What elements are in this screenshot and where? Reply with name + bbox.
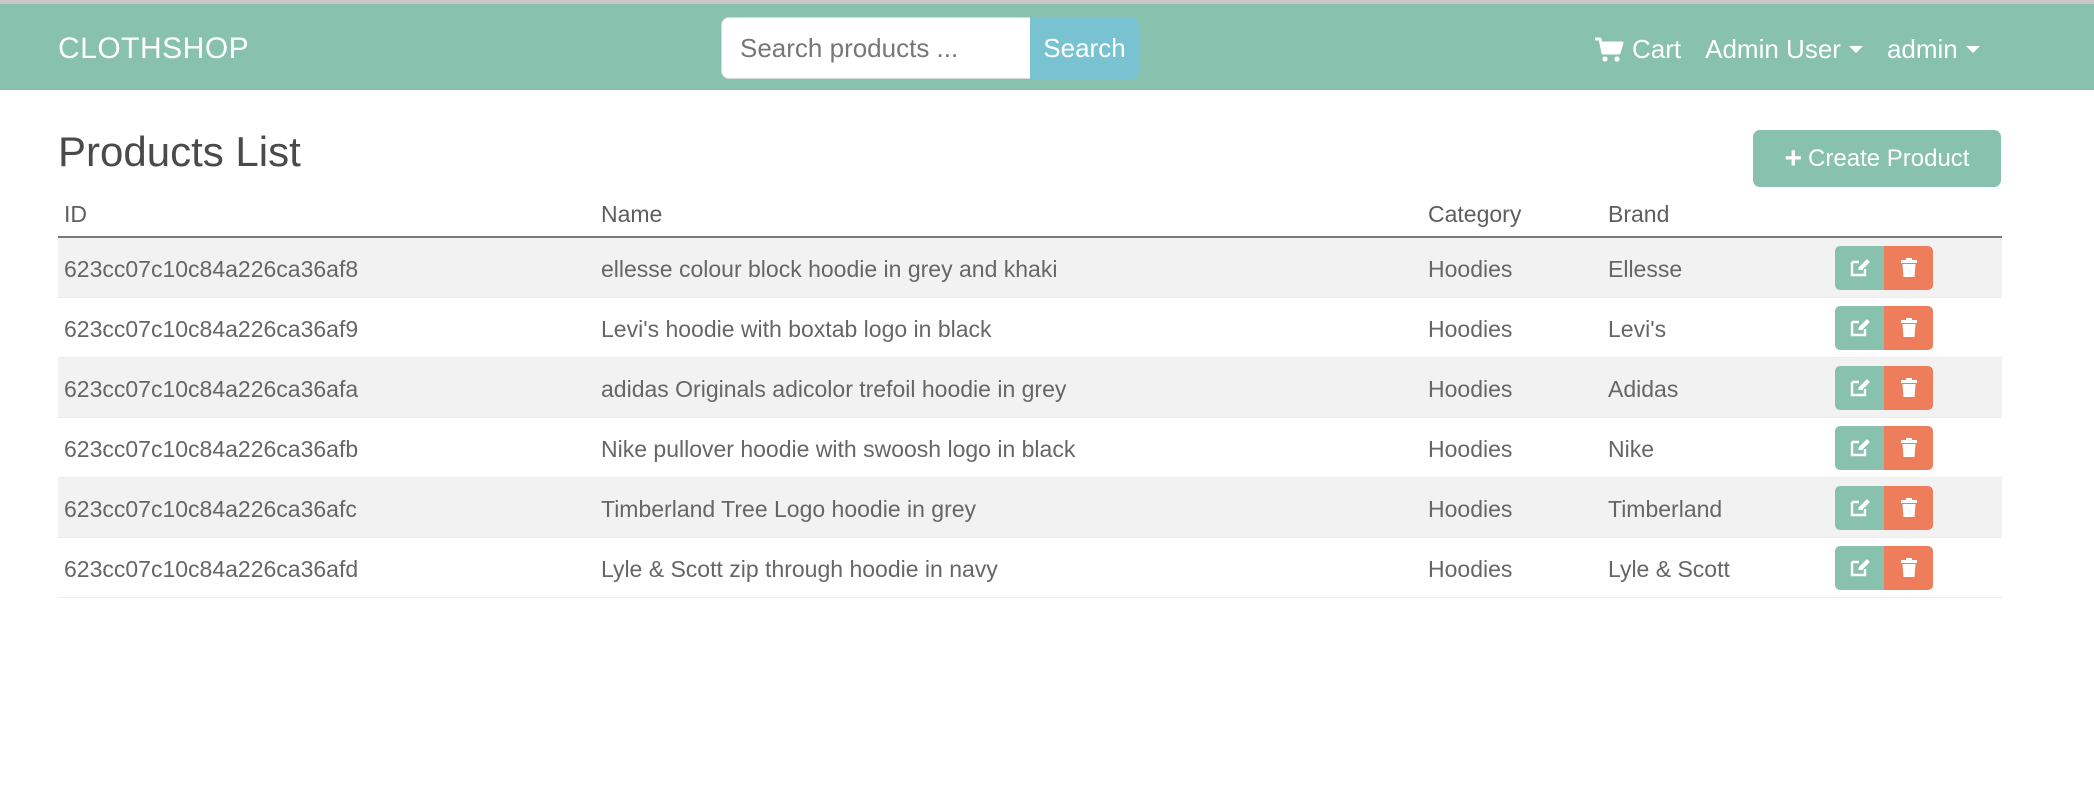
cell-name: Nike pullover hoodie with swoosh logo in…	[601, 436, 1076, 462]
delete-button[interactable]	[1884, 486, 1933, 530]
edit-icon	[1850, 379, 1870, 397]
edit-icon	[1850, 559, 1870, 577]
cell-category: Hoodies	[1428, 436, 1513, 462]
admin-menu-label: admin	[1886, 34, 1958, 64]
cell-id: 623cc07c10c84a226ca36af9	[64, 316, 359, 342]
cart-link[interactable]: Cart	[1594, 34, 1681, 65]
cell-name: adidas Originals adicolor trefoil hoodie…	[601, 376, 1067, 402]
header-category: Category	[1428, 201, 1522, 227]
cell-brand: Lyle & Scott	[1608, 556, 1730, 582]
search-form: Search	[721, 17, 1139, 79]
cell-id: 623cc07c10c84a226ca36afb	[64, 436, 359, 462]
table-row: 623cc07c10c84a226ca36afa adidas Originals…	[58, 358, 2002, 418]
search-input[interactable]	[721, 17, 1030, 79]
chevron-down-icon	[1848, 46, 1863, 53]
edit-icon	[1850, 319, 1870, 337]
cell-name: ellesse colour block hoodie in grey and …	[601, 256, 1058, 282]
trash-icon	[1900, 318, 1917, 337]
page-title: Products List	[58, 128, 301, 175]
row-actions	[1835, 306, 1933, 350]
header-brand: Brand	[1608, 201, 1670, 227]
edit-icon	[1850, 499, 1870, 517]
row-actions	[1835, 246, 1933, 290]
create-product-label: Create Product	[1808, 144, 1970, 172]
table-row: 623cc07c10c84a226ca36afd Lyle & Scott zip…	[58, 538, 2002, 598]
edit-button[interactable]	[1835, 426, 1884, 470]
table-header: ID Name Category Brand	[58, 195, 2002, 238]
table-row: 623cc07c10c84a226ca36afb Nike pullover ho…	[58, 418, 2002, 478]
chevron-down-icon	[1965, 46, 1980, 53]
cell-id: 623cc07c10c84a226ca36afa	[64, 376, 359, 402]
user-menu-label: Admin User	[1705, 34, 1841, 64]
cell-id: 623cc07c10c84a226ca36af8	[64, 256, 359, 282]
header-id: ID	[64, 201, 87, 227]
cart-icon	[1595, 37, 1624, 62]
row-actions	[1835, 366, 1933, 410]
cell-name: Levi's hoodie with boxtab logo in black	[601, 316, 992, 342]
search-button[interactable]: Search	[1030, 17, 1139, 79]
cart-label: Cart	[1632, 34, 1682, 64]
row-actions	[1835, 546, 1933, 590]
cell-brand: Timberland	[1608, 496, 1723, 522]
user-menu-dropdown[interactable]: Admin User	[1705, 34, 1863, 65]
plus-icon: +	[1784, 141, 1803, 175]
admin-menu-dropdown[interactable]: admin	[1887, 34, 1980, 65]
row-actions	[1835, 486, 1933, 530]
cell-name: Timberland Tree Logo hoodie in grey	[601, 496, 977, 522]
table-body: 623cc07c10c84a226ca36af8 ellesse colour b…	[58, 238, 2002, 598]
cell-name: Lyle & Scott zip through hoodie in navy	[601, 556, 998, 582]
cell-category: Hoodies	[1428, 496, 1513, 522]
delete-button[interactable]	[1884, 366, 1933, 410]
table-row: 623cc07c10c84a226ca36af9 Levi's hoodie wi…	[58, 298, 2002, 358]
trash-icon	[1900, 438, 1917, 457]
cell-brand: Ellesse	[1608, 256, 1683, 282]
delete-button[interactable]	[1884, 306, 1933, 350]
cell-brand: Nike	[1608, 436, 1655, 462]
edit-button[interactable]	[1835, 306, 1884, 350]
edit-icon	[1850, 259, 1870, 277]
table-row: 623cc07c10c84a226ca36afc Timberland Tree …	[58, 478, 2002, 538]
table-row: 623cc07c10c84a226ca36af8 ellesse colour b…	[58, 238, 2002, 298]
create-product-button[interactable]: + Create Product	[1753, 130, 2001, 187]
navbar: CLOTHSHOP Search Cart Admin User admin	[0, 4, 2094, 90]
trash-icon	[1900, 378, 1917, 397]
edit-button[interactable]	[1835, 546, 1884, 590]
cell-category: Hoodies	[1428, 316, 1513, 342]
trash-icon	[1900, 498, 1917, 517]
cell-category: Hoodies	[1428, 376, 1513, 402]
delete-button[interactable]	[1884, 246, 1933, 290]
cell-brand: Adidas	[1608, 376, 1679, 402]
cell-category: Hoodies	[1428, 556, 1513, 582]
trash-icon	[1900, 558, 1917, 577]
delete-button[interactable]	[1884, 426, 1933, 470]
edit-button[interactable]	[1835, 366, 1884, 410]
brand-logo[interactable]: CLOTHSHOP	[58, 32, 249, 66]
header-name: Name	[601, 201, 663, 227]
edit-icon	[1850, 439, 1870, 457]
delete-button[interactable]	[1884, 546, 1933, 590]
nav-right: Cart Admin User admin	[1594, 34, 1980, 65]
cell-id: 623cc07c10c84a226ca36afc	[64, 496, 357, 522]
trash-icon	[1900, 258, 1917, 277]
cell-id: 623cc07c10c84a226ca36afd	[64, 556, 359, 582]
row-actions	[1835, 426, 1933, 470]
cell-category: Hoodies	[1428, 256, 1513, 282]
edit-button[interactable]	[1835, 246, 1884, 290]
cell-brand: Levi's	[1608, 316, 1667, 342]
edit-button[interactable]	[1835, 486, 1884, 530]
products-table: ID Name Category Brand 623cc07c10c84a226…	[58, 195, 2002, 598]
